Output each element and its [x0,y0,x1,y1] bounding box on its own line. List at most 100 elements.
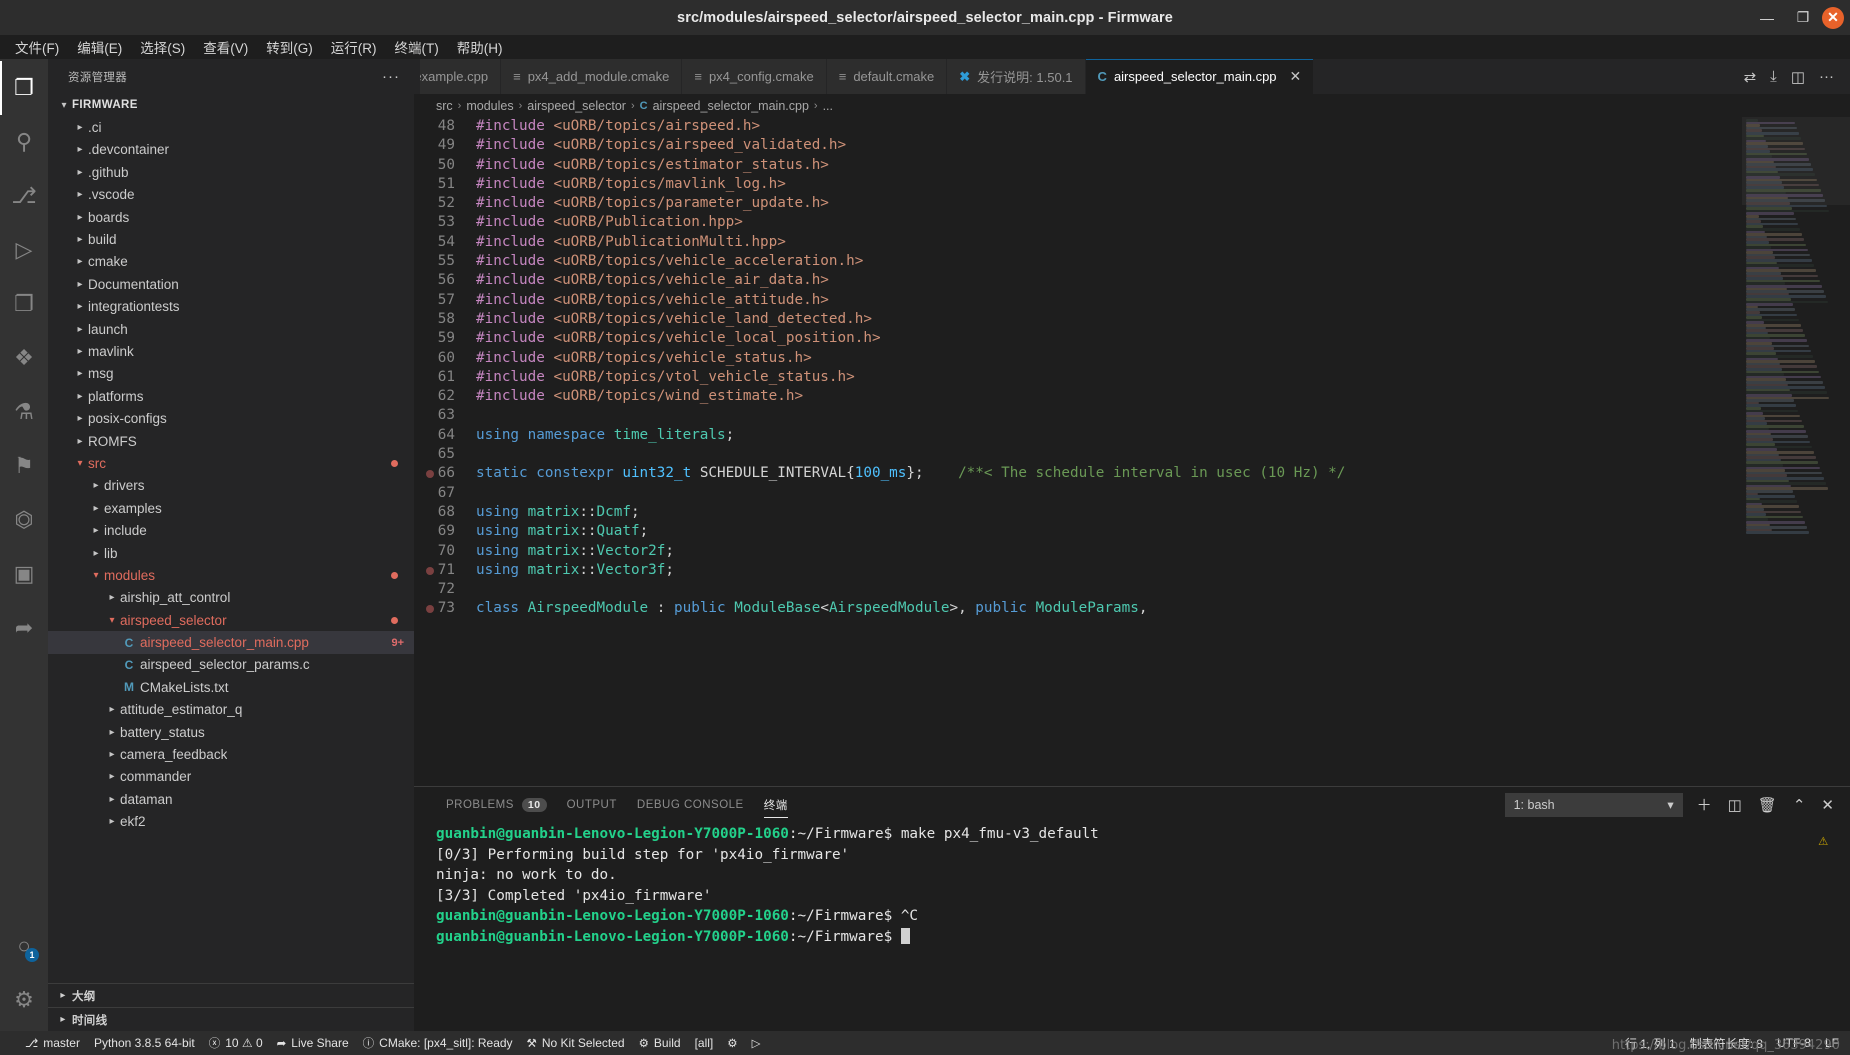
panel-tab-3[interactable]: 终端 [754,787,798,822]
tree-folder-row[interactable]: ▸ attitude_estimator_q [48,699,414,721]
tree-folder-row[interactable]: ▸ ekf2 [48,811,414,833]
tree-folder-row[interactable]: ▸ build [48,228,414,250]
sidebar-section-0[interactable]: ▸ 大纲 [48,983,414,1007]
tree-folder-row[interactable]: ▸ lib [48,542,414,564]
more-actions-icon[interactable]: ··· [1819,68,1834,85]
split-terminal-icon[interactable]: ◫ [1728,796,1742,814]
tree-folder-row[interactable]: ▸ .vscode [48,184,414,206]
code-editor[interactable]: 48 #include <uORB/topics/airspeed.h> 49 #in… [414,117,1742,786]
maximize-panel-icon[interactable]: ⌃ [1793,796,1806,814]
tree-folder-row[interactable]: ▸ launch [48,318,414,340]
kill-terminal-icon[interactable]: 🗑 [1758,796,1777,814]
breadcrumb-part[interactable]: src [436,99,453,113]
tree-file-row[interactable]: Cairspeed_selector_params.c [48,654,414,676]
testing-icon[interactable]: ⚗ [0,385,48,439]
status-git-branch[interactable]: ⎇ master [18,1031,87,1055]
status-build-target[interactable]: [all] [688,1031,721,1055]
status-remote-indicator[interactable] [4,1031,18,1055]
tree-folder-row[interactable]: ▾ airspeed_selector [48,609,414,631]
tree-folder-row[interactable]: ▸ battery_status [48,721,414,743]
tree-folder-row[interactable]: ▸ ROMFS [48,430,414,452]
tab-4[interactable]: ✖ 发行说明: 1.50.1 [947,59,1086,94]
docker-icon[interactable]: ⏣ [0,493,48,547]
close-button[interactable]: ✕ [1822,6,1844,29]
tab-0[interactable]: Cexample.cpp [420,59,502,94]
breadcrumb-file[interactable]: airspeed_selector_main.cpp [653,99,809,113]
tree-file-row[interactable]: M CMakeLists.txt [48,676,414,698]
menu-item-5[interactable]: 运行(R) [322,34,386,60]
extensions-icon[interactable]: ❖ [0,331,48,385]
tree-folder-row[interactable]: ▸ Documentation [48,273,414,295]
close-panel-icon[interactable]: ✕ [1821,796,1834,814]
tree-folder-row[interactable]: ▸ commander [48,766,414,788]
panel-tab-2[interactable]: DEBUG CONSOLE [627,787,754,822]
tab-5[interactable]: Cairspeed_selector_main.cpp ✕ [1085,59,1315,94]
split-editor-compare-icon[interactable]: ⇄ [1744,68,1757,86]
menu-item-7[interactable]: 帮助(H) [448,34,512,60]
breadcrumb-tail[interactable]: ... [823,99,833,113]
status-build-button[interactable]: ⚙ Build [632,1031,688,1055]
search-icon[interactable]: ⚲ [0,115,48,169]
panel-tab-1[interactable]: OUTPUT [557,787,627,822]
accounts-icon[interactable]: ○ 1 [0,919,48,973]
minimize-button[interactable]: — [1750,3,1784,33]
menu-item-4[interactable]: 转到(G) [257,34,322,60]
terminal-warning-icon[interactable]: ⚠ [1818,830,1828,851]
tree-folder-row[interactable]: ▸ posix-configs [48,407,414,429]
tree-folder-row[interactable]: ▸ msg [48,363,414,385]
status-python-version[interactable]: Python 3.8.5 64-bit [87,1031,202,1055]
breakpoint-dot[interactable] [426,566,434,575]
tab-2[interactable]: ≡ px4_config.cmake [682,59,827,94]
menu-item-0[interactable]: 文件(F) [6,34,68,60]
menu-item-6[interactable]: 终端(T) [386,34,448,60]
tree-folder-row[interactable]: ▸ examples [48,497,414,519]
tree-folder-row[interactable]: ▸ cmake [48,251,414,273]
breadcrumb[interactable]: src › modules › airspeed_selector › Cairspeed_… [414,94,1850,117]
menu-item-3[interactable]: 查看(V) [194,34,257,60]
panel-tab-0[interactable]: PROBLEMS 10 [436,787,557,822]
run-build-icon[interactable]: ⤓ [1770,68,1777,85]
new-terminal-icon[interactable]: ＋ [1697,794,1712,815]
status-cmake-status[interactable]: ⓘ CMake: [px4_sitl]: Ready [356,1031,520,1055]
breadcrumb-part[interactable]: airspeed_selector [527,99,626,113]
file-tree[interactable]: ▾ FIRMWARE ▸ .ci ▸ .devcontainer ▸ .github ▸ .vsc… [48,94,414,983]
tree-folder-row[interactable]: ▸ include [48,519,414,541]
tree-folder-row[interactable]: ▸ mavlink [48,340,414,362]
tree-folder-row[interactable]: ▾ src [48,452,414,474]
menu-item-2[interactable]: 选择(S) [131,34,194,60]
explorer-icon[interactable]: ❐ [0,61,48,115]
status-live-share[interactable]: ➦ Live Share [270,1031,356,1055]
tree-file-row[interactable]: Cairspeed_selector_main.cpp 9+ [48,631,414,654]
maximize-button[interactable]: ❐ [1786,3,1820,33]
tree-folder-row[interactable]: ▸ dataman [48,788,414,810]
cmake-tools-icon[interactable]: ▣ [0,547,48,601]
menu-item-1[interactable]: 编辑(E) [68,34,131,60]
tree-folder-row[interactable]: ▸ integrationtests [48,296,414,318]
live-share-icon[interactable]: ➦ [0,601,48,655]
tab-1[interactable]: ≡ px4_add_module.cmake [501,59,683,94]
tree-folder-row[interactable]: ▸ boards [48,206,414,228]
settings-gear-icon[interactable]: ⚙ [0,973,48,1027]
remote-explorer-icon[interactable]: ❐ [0,277,48,331]
gitlens-icon[interactable]: ⚑ [0,439,48,493]
status-run-button[interactable]: ▷ [745,1031,768,1055]
tab-close-icon[interactable]: ✕ [1290,68,1302,85]
breakpoint-dot[interactable] [426,470,434,479]
tree-folder-row[interactable]: ▸ .ci [48,116,414,138]
tree-root[interactable]: ▾ FIRMWARE [48,94,414,116]
tree-folder-row[interactable]: ▸ airship_att_control [48,587,414,609]
tree-folder-row[interactable]: ▸ drivers [48,475,414,497]
sidebar-more-icon[interactable]: ··· [382,68,400,85]
status-problems[interactable]: ⓧ 10 ⚠ 0 [202,1031,270,1055]
terminal-selector[interactable]: 1: bash ▾ [1504,792,1683,817]
tab-3[interactable]: ≡ default.cmake [826,59,948,94]
breadcrumb-part[interactable]: modules [466,99,513,113]
status-kit-selector[interactable]: ⚒ No Kit Selected [520,1031,632,1055]
terminal[interactable]: ⚠ guanbin@guanbin-Lenovo-Legion-Y7000P-1… [414,822,1850,1031]
minimap[interactable] [1742,117,1850,786]
tree-folder-row[interactable]: ▸ .devcontainer [48,139,414,161]
sidebar-section-1[interactable]: ▸ 时间线 [48,1007,414,1031]
tree-folder-row[interactable]: ▸ .github [48,161,414,183]
tree-folder-row[interactable]: ▾ modules [48,564,414,586]
source-control-icon[interactable]: ⎇ [0,169,48,223]
